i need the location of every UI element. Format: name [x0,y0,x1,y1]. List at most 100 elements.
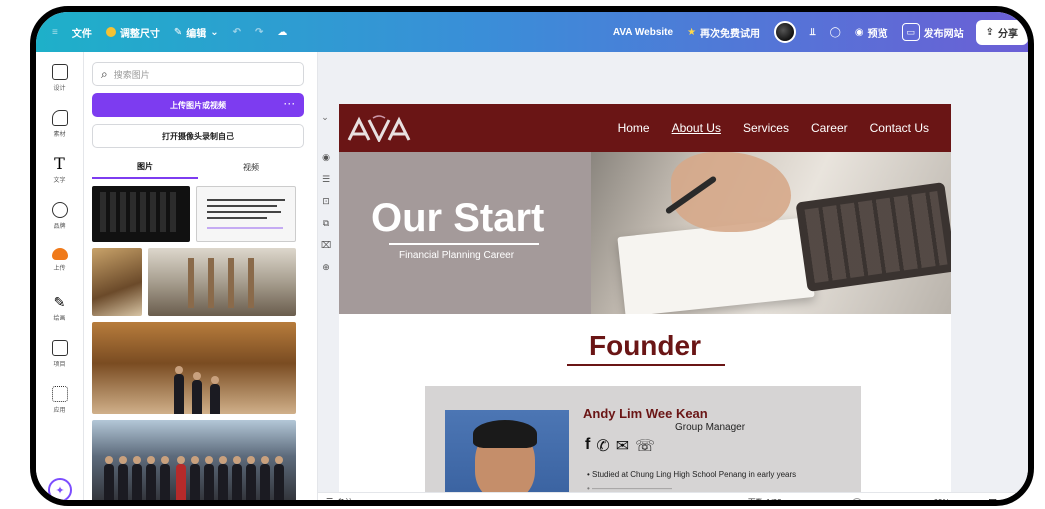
nav-link-career[interactable]: Career [811,121,848,135]
file-menu[interactable]: 文件 [72,25,92,40]
avatar [774,21,797,43]
sparkle-icon: ✦ [55,484,65,497]
grid-view-icon[interactable]: ⊞ [988,496,997,500]
magic-assistant-button[interactable]: ✦ [48,478,72,500]
page-view-icon[interactable]: ▭ [964,496,974,500]
facebook-icon[interactable]: f [585,436,590,456]
design-canvas: Home About Us Services Career Contact Us… [334,52,1028,492]
tab-images[interactable]: 图片 [92,155,198,179]
lock-icon[interactable]: ⊡ [322,196,330,207]
view-controls: ▭ ⊞ ⤢ [964,496,1020,500]
founder-card[interactable]: Andy Lim Wee Kean Group Manager f ✆ ✉ ☏ … [425,386,861,492]
fullscreen-icon[interactable]: ⤢ [1011,496,1020,500]
zoom-level[interactable]: 69% [934,498,950,500]
hero-image[interactable] [591,152,951,314]
rail-item-apps[interactable]: 应用 [36,386,83,420]
analytics-button[interactable]: ⫫ [810,27,816,38]
zoom-slider-handle[interactable] [851,497,862,500]
text-line [207,199,285,201]
rail-item-text[interactable]: T 文字 [36,156,83,190]
image-thumbnail[interactable] [92,248,142,316]
notes-icon[interactable]: ☰ [322,174,330,185]
image-thumbnail[interactable] [92,186,190,242]
edit-mode-dropdown[interactable]: ✎ 编辑 ⌄ [174,25,219,40]
undo-icon: ↶ [232,26,242,38]
rail-item-draw[interactable]: ✎ 绘画 [36,294,83,328]
eye-icon[interactable]: ◉ [322,152,330,163]
nav-link-home[interactable]: Home [618,121,650,135]
rail-item-label: 品牌 [53,224,66,230]
notes-button[interactable]: ☰ 备注 [326,497,353,506]
rail-item-projects[interactable]: 项目 [36,340,83,374]
nav-link-about-us[interactable]: About Us [672,121,721,135]
calculator [795,181,951,293]
ava-logo[interactable] [347,114,411,142]
more-options-icon[interactable]: ··· [284,99,296,109]
top-toolbar: ≡ 文件 调整尺寸 ✎ 编辑 ⌄ ↶ ↷ ☁ AVA Website ★ 再次免… [36,12,1028,52]
file-menu-label: 文件 [71,28,92,40]
layout-icon [51,64,68,80]
text-line [207,205,277,207]
zoom-slider[interactable] [851,497,862,500]
duplicate-icon[interactable]: ⧉ [323,218,329,229]
publish-website-button[interactable]: ▭ 发布网站 [901,23,964,41]
user-avatar[interactable] [774,21,797,43]
free-trial-button[interactable]: ★ 再次免费试用 [687,25,760,40]
free-trial-label: 再次免费试用 [700,28,761,40]
document-title[interactable]: AVA Website [613,27,673,38]
image-thumbnail[interactable] [148,248,296,316]
share-label: 分享 [998,28,1018,40]
image-thumbnail[interactable] [196,186,296,242]
page-side-tools: ◉ ☰ ⊡ ⧉ ⌧ ⊕ [318,152,334,273]
rail-item-design[interactable]: 设计 [36,64,83,98]
rail-item-uploads[interactable]: 上传 [36,248,83,282]
record-yourself-button[interactable]: 打开摄像头录制自己 [92,124,304,148]
founder-photo[interactable] [445,410,569,492]
hero-text-block[interactable]: Our Start Financial Planning Career [339,152,591,314]
search-input[interactable]: ⌕ 搜索图片 [92,62,304,86]
paper-sheet [617,217,815,314]
section-title-founder[interactable]: Founder [339,330,951,362]
social-links: f ✆ ✉ ☏ [585,436,655,456]
rail-item-label: 绘画 [53,316,66,322]
resize-button[interactable]: 调整尺寸 [105,25,160,40]
apps-grid-icon [51,386,68,402]
section-divider [567,364,725,366]
chevron-down-icon: ⌄ [210,26,219,38]
crown-icon [105,27,116,37]
tab-videos[interactable]: 视频 [198,155,304,179]
person-figure [210,376,220,414]
app-window: ≡ 文件 调整尺寸 ✎ 编辑 ⌄ ↶ ↷ ☁ AVA Website ★ 再次免… [30,6,1034,506]
redo-button[interactable]: ↷ [255,27,263,38]
website-page[interactable]: Home About Us Services Career Contact Us… [339,104,951,492]
share-button[interactable]: ⇪ 分享 [975,19,1028,45]
rail-item-brand[interactable]: 品牌 [36,202,83,236]
hero-title: Our Start [371,196,545,240]
bottom-status-bar: ☰ 备注 页数 1/33 69% ▭ ⊞ ⤢ [318,492,1028,506]
phone-icon[interactable]: ☏ [635,436,655,456]
notes-icon: ☰ [326,497,334,506]
person-figure [146,456,156,500]
preview-button[interactable]: ◉ 预览 [855,25,888,40]
undo-button[interactable]: ↶ [233,27,241,38]
redo-icon: ↷ [255,26,264,38]
collapse-panel-button[interactable]: ⌄ [318,107,332,127]
comments-button[interactable]: ◯ [830,27,841,38]
upload-media-label: 上传图片或视频 [170,100,226,110]
trash-icon[interactable]: ⌧ [321,240,331,251]
star-icon: ★ [687,26,697,38]
add-page-icon[interactable]: ⊕ [322,262,330,273]
whatsapp-icon[interactable]: ✆ [596,436,609,456]
image-thumbnail[interactable] [92,322,296,414]
nav-link-services[interactable]: Services [743,121,789,135]
hero-subtitle: Financial Planning Career [399,250,515,261]
page-counter[interactable]: 页数 1/33 [748,497,782,500]
cloud-save-button[interactable]: ☁ [277,27,287,38]
menu-icon[interactable]: ≡ [52,27,58,38]
nav-link-contact-us[interactable]: Contact Us [870,121,929,135]
person-figure [160,456,170,500]
rail-item-elements[interactable]: 素材 [36,110,83,144]
image-thumbnail[interactable] [92,420,296,500]
email-icon[interactable]: ✉ [616,436,629,456]
upload-media-button[interactable]: 上传图片或视频 ··· [92,93,304,117]
